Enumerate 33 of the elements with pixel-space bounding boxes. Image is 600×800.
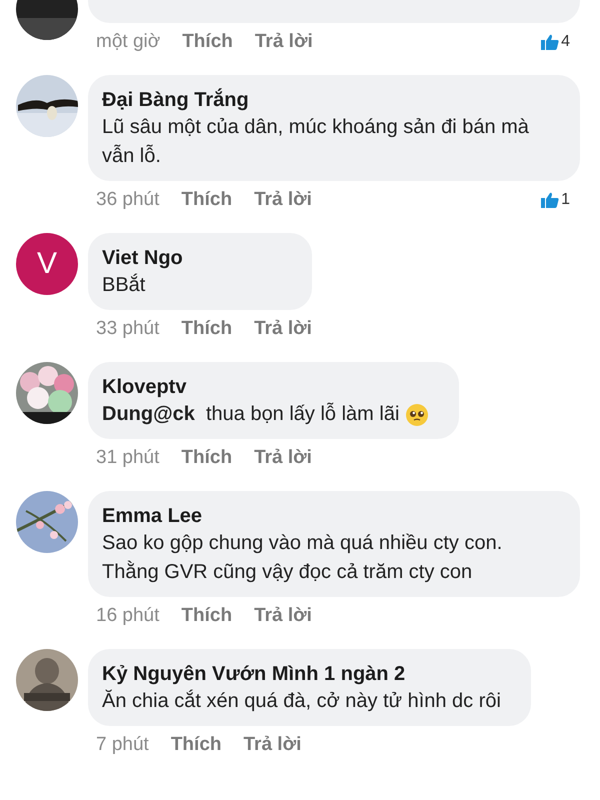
comment-text: Dung@ck thua bọn lấy lỗ làm lãi xyxy=(102,402,400,427)
comment-time: 16 phút xyxy=(96,605,160,627)
author-name[interactable]: Đại Bàng Trắng xyxy=(102,87,564,113)
reply-link[interactable]: Trả lời xyxy=(244,734,302,756)
author-name[interactable]: Kloveptv xyxy=(102,374,444,400)
avatar[interactable]: V xyxy=(16,233,78,295)
comment-text: Ăn chia cắt xén quá đà, cở này tử hình dc rôi xyxy=(102,688,501,714)
comment-text: Lũ sâu một của dân, múc khoáng sản đi bán mà vẫn lỗ. xyxy=(102,115,530,169)
like-link[interactable]: Thích xyxy=(182,31,233,53)
comment-time: 36 phút xyxy=(96,189,160,211)
like-link[interactable]: Thích xyxy=(170,734,222,756)
reply-link[interactable]: Trả lời xyxy=(254,189,312,211)
reply-link[interactable]: Trả lời xyxy=(254,31,313,53)
like-link[interactable]: Thích xyxy=(181,189,232,211)
comment-time: 31 phút xyxy=(96,447,160,469)
comment-time: một giờ xyxy=(96,31,160,53)
reply-link[interactable]: Trả lời xyxy=(254,447,312,469)
like-link[interactable]: Thích xyxy=(181,318,232,340)
like-count: 4 xyxy=(561,33,570,51)
like-count: 1 xyxy=(561,191,570,209)
reply-link[interactable]: Trả lời xyxy=(254,605,312,627)
like-icon xyxy=(541,34,560,50)
like-link[interactable]: Thích xyxy=(181,605,232,627)
like-link[interactable]: Thích xyxy=(181,447,232,469)
comment-time: 7 phút xyxy=(96,734,149,756)
author-name[interactable]: Kỷ Nguyên Vướn Mình 1 ngàn 2 xyxy=(102,661,515,687)
comment-time: 33 phút xyxy=(96,318,160,340)
author-name[interactable]: Emma Lee xyxy=(102,503,564,529)
author-name[interactable]: Viet Ngo xyxy=(102,245,296,271)
reply-link[interactable]: Trả lời xyxy=(254,318,312,340)
comment-text: BBắt xyxy=(102,272,146,298)
like-icon xyxy=(541,192,560,208)
comment-text: Sao ko gộp chung vào mà quá nhiều cty con. Thằng GVR cũng vậy đọc cả trăm cty con xyxy=(102,531,504,585)
